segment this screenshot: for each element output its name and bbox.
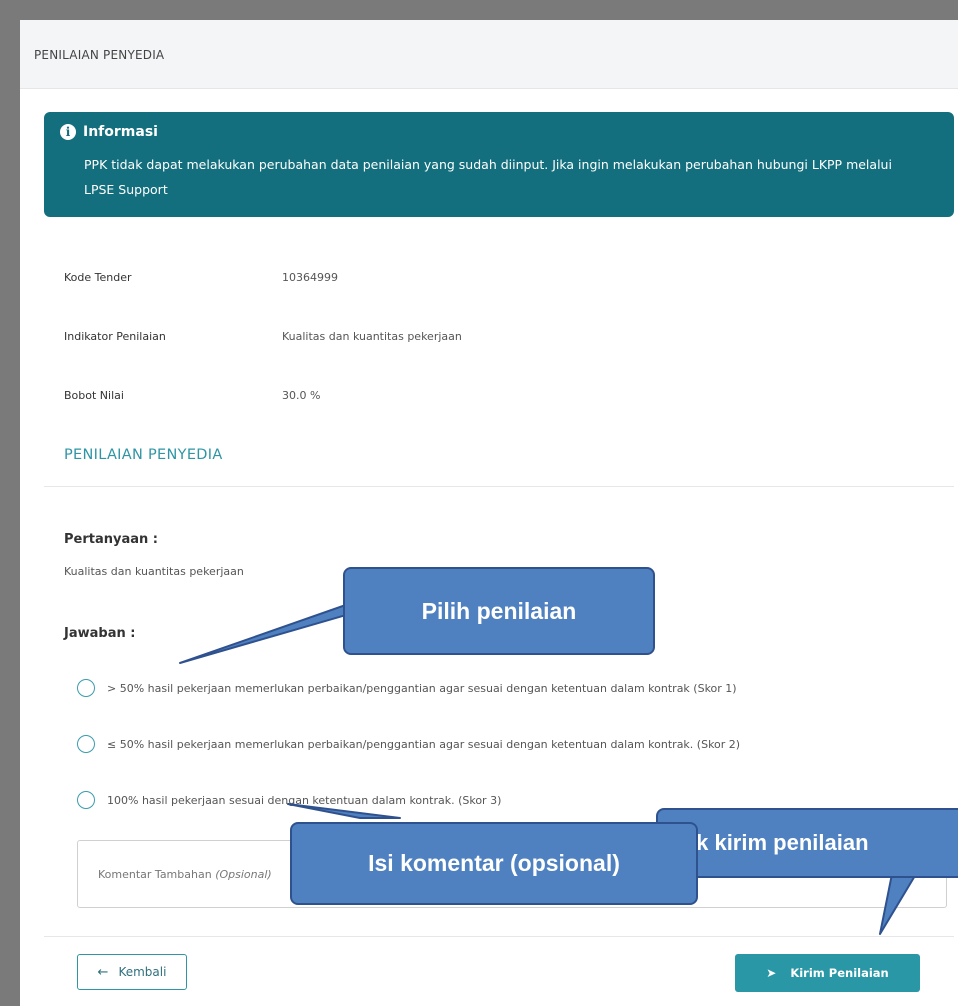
callout-isi-komentar: Isi komentar (opsional)	[290, 822, 698, 905]
screenshot-frame: PENILAIAN PENYEDIA i Informasi PPK tidak…	[0, 0, 958, 1006]
callout-pilih-penilaian: Pilih penilaian	[343, 567, 655, 655]
callout-text: Isi komentar (opsional)	[368, 850, 620, 876]
callout-tail-isi	[287, 803, 401, 819]
callout-text: Klik kirim penilaian	[668, 830, 869, 855]
callout-klik-kirim: Klik kirim penilaian	[656, 808, 958, 878]
callout-text: Pilih penilaian	[421, 597, 577, 624]
